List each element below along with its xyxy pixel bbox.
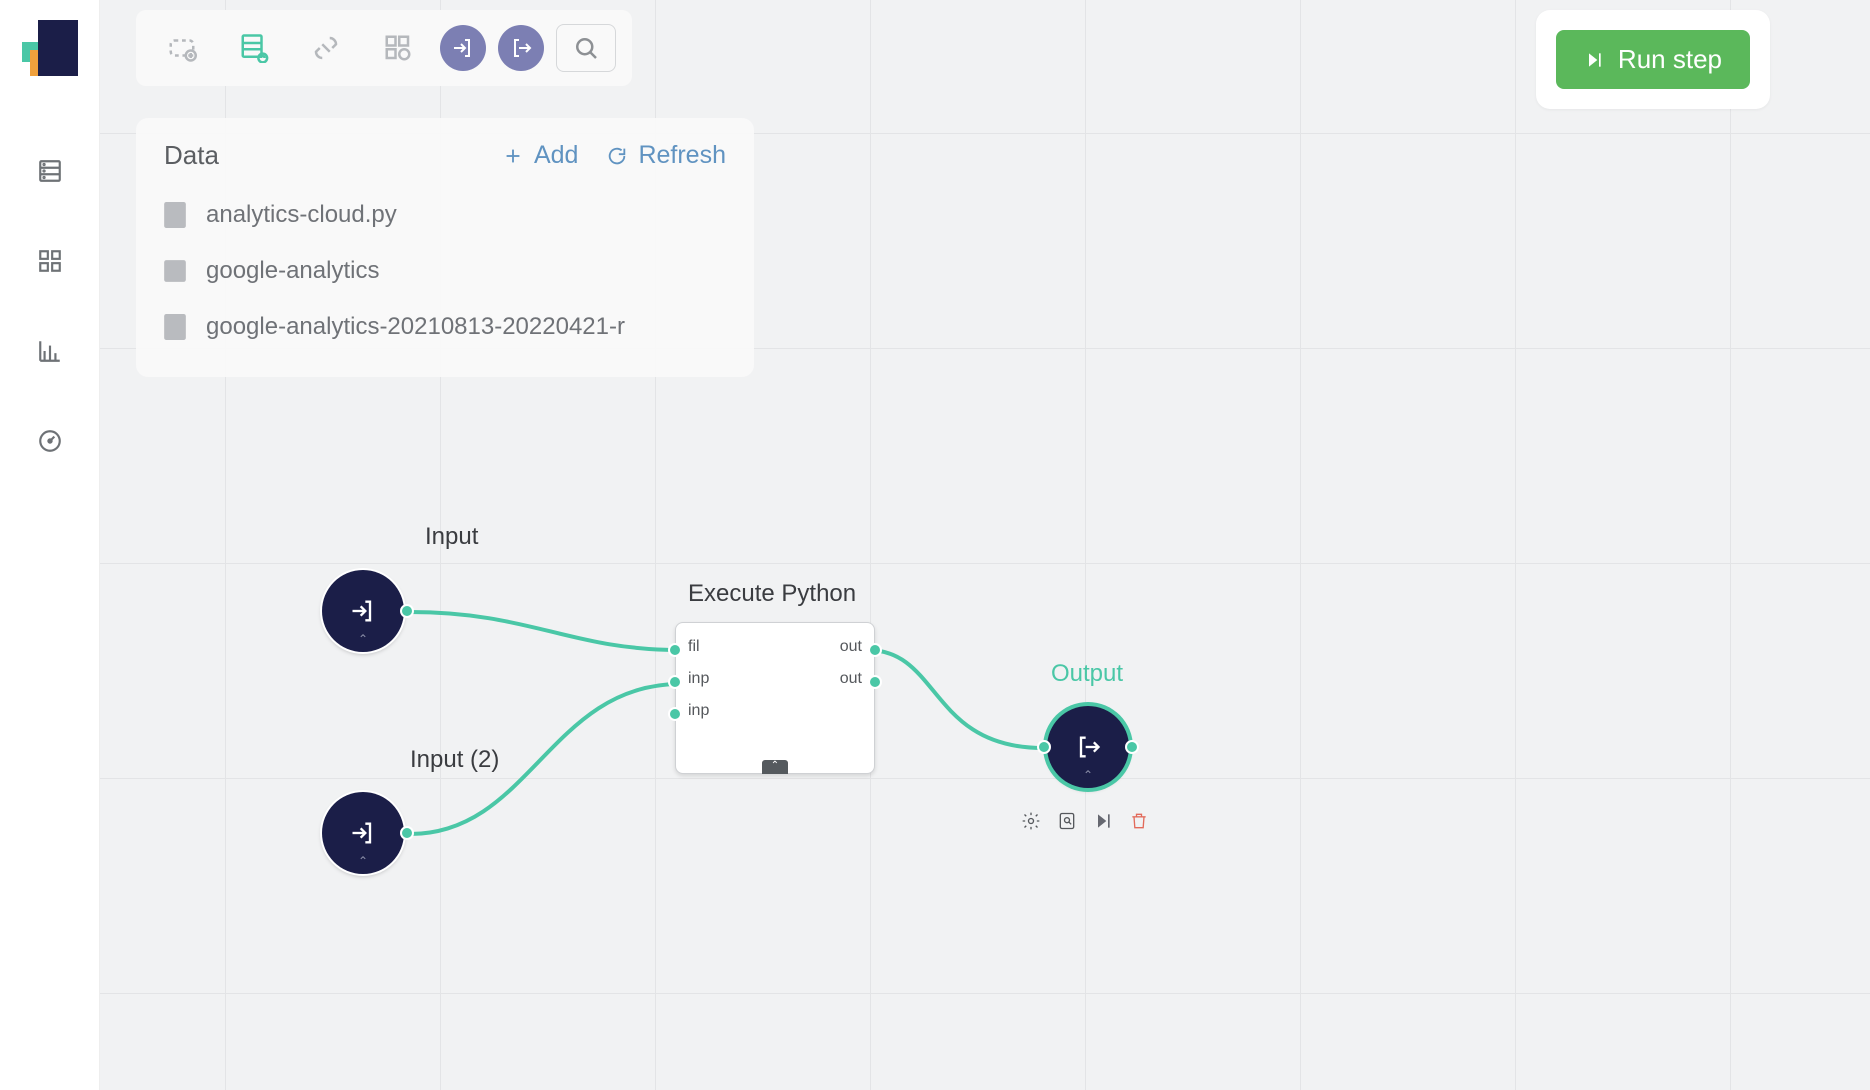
port-in-fil[interactable] <box>668 643 682 657</box>
node-run-button[interactable] <box>1092 810 1114 832</box>
data-panel-title: Data <box>164 140 219 171</box>
node-label-output: Output <box>1051 660 1123 688</box>
refresh-icon <box>606 145 628 167</box>
pipeline-canvas[interactable]: Run step Data Add Refresh analytics-clou… <box>100 0 1870 1090</box>
data-refresh-button[interactable]: Refresh <box>606 141 726 170</box>
resize-handle[interactable]: ⌃ <box>762 760 788 774</box>
node-delete-button[interactable] <box>1128 810 1150 832</box>
input-icon <box>349 597 377 625</box>
node-input1[interactable]: ⌃ <box>322 570 404 652</box>
node-label-input1: Input <box>425 523 478 551</box>
play-step-icon <box>1093 811 1113 831</box>
left-rail <box>0 0 100 1090</box>
node-label-execute: Execute Python <box>688 580 856 608</box>
port-out-1[interactable] <box>868 643 882 657</box>
toolbar-grid-link-icon[interactable] <box>368 22 428 74</box>
node-output[interactable]: ⌃ <box>1047 706 1129 788</box>
node-execute-python[interactable]: fil inp inp out out ⌃ <box>675 622 875 774</box>
app-logo <box>22 20 78 76</box>
file-icon <box>164 202 186 228</box>
play-step-icon <box>1584 50 1604 70</box>
node-settings-button[interactable] <box>1020 810 1042 832</box>
chevron-down-icon: ⌃ <box>358 632 368 646</box>
output-icon <box>1074 733 1102 761</box>
port-in-output[interactable] <box>1037 740 1051 754</box>
port-out-output[interactable] <box>1125 740 1139 754</box>
rail-charts-icon[interactable] <box>37 338 63 364</box>
trash-icon <box>1129 811 1149 831</box>
csv-icon <box>164 314 186 340</box>
data-panel: Data Add Refresh analytics-cloud.py goog… <box>136 118 754 377</box>
data-file-name: google-analytics <box>206 257 379 285</box>
port-out-input1[interactable] <box>400 604 414 618</box>
toolbar-connect-icon[interactable] <box>296 22 356 74</box>
node-inspect-button[interactable] <box>1056 810 1078 832</box>
data-file-row[interactable]: analytics-cloud.py <box>136 187 754 243</box>
run-step-label: Run step <box>1618 44 1722 75</box>
port-out-2[interactable] <box>868 675 882 689</box>
port-out-input2[interactable] <box>400 826 414 840</box>
data-file-name: google-analytics-20210813-20220421-r <box>206 313 625 341</box>
run-panel: Run step <box>1536 10 1770 109</box>
run-step-button[interactable]: Run step <box>1556 30 1750 89</box>
toolbar-output-node-icon[interactable] <box>498 25 544 71</box>
node-input2[interactable]: ⌃ <box>322 792 404 874</box>
toolbar-add-container-icon[interactable] <box>152 22 212 74</box>
toolbar-input-node-icon[interactable] <box>440 25 486 71</box>
chevron-down-icon: ⌃ <box>358 854 368 868</box>
data-file-row[interactable]: google-analytics-20210813-20220421-r <box>136 299 754 355</box>
input-icon <box>349 819 377 847</box>
rail-apps-icon[interactable] <box>37 248 63 274</box>
inspect-icon <box>1057 811 1077 831</box>
toolbar-search-button[interactable] <box>556 24 616 72</box>
node-actions-output <box>1020 810 1150 832</box>
port-in-inp2[interactable] <box>668 707 682 721</box>
canvas-toolbar <box>136 10 632 86</box>
chevron-down-icon: ⌃ <box>1083 768 1093 782</box>
data-file-row[interactable]: google-analytics <box>136 243 754 299</box>
data-file-name: analytics-cloud.py <box>206 201 397 229</box>
plus-icon <box>502 145 524 167</box>
toolbar-data-link-icon[interactable] <box>224 22 284 74</box>
rail-data-icon[interactable] <box>37 158 63 184</box>
data-add-button[interactable]: Add <box>502 141 578 170</box>
node-label-input2: Input (2) <box>410 746 499 774</box>
gear-icon <box>1021 811 1041 831</box>
rail-dashboard-icon[interactable] <box>37 428 63 454</box>
port-in-inp1[interactable] <box>668 675 682 689</box>
table-icon <box>164 258 186 284</box>
